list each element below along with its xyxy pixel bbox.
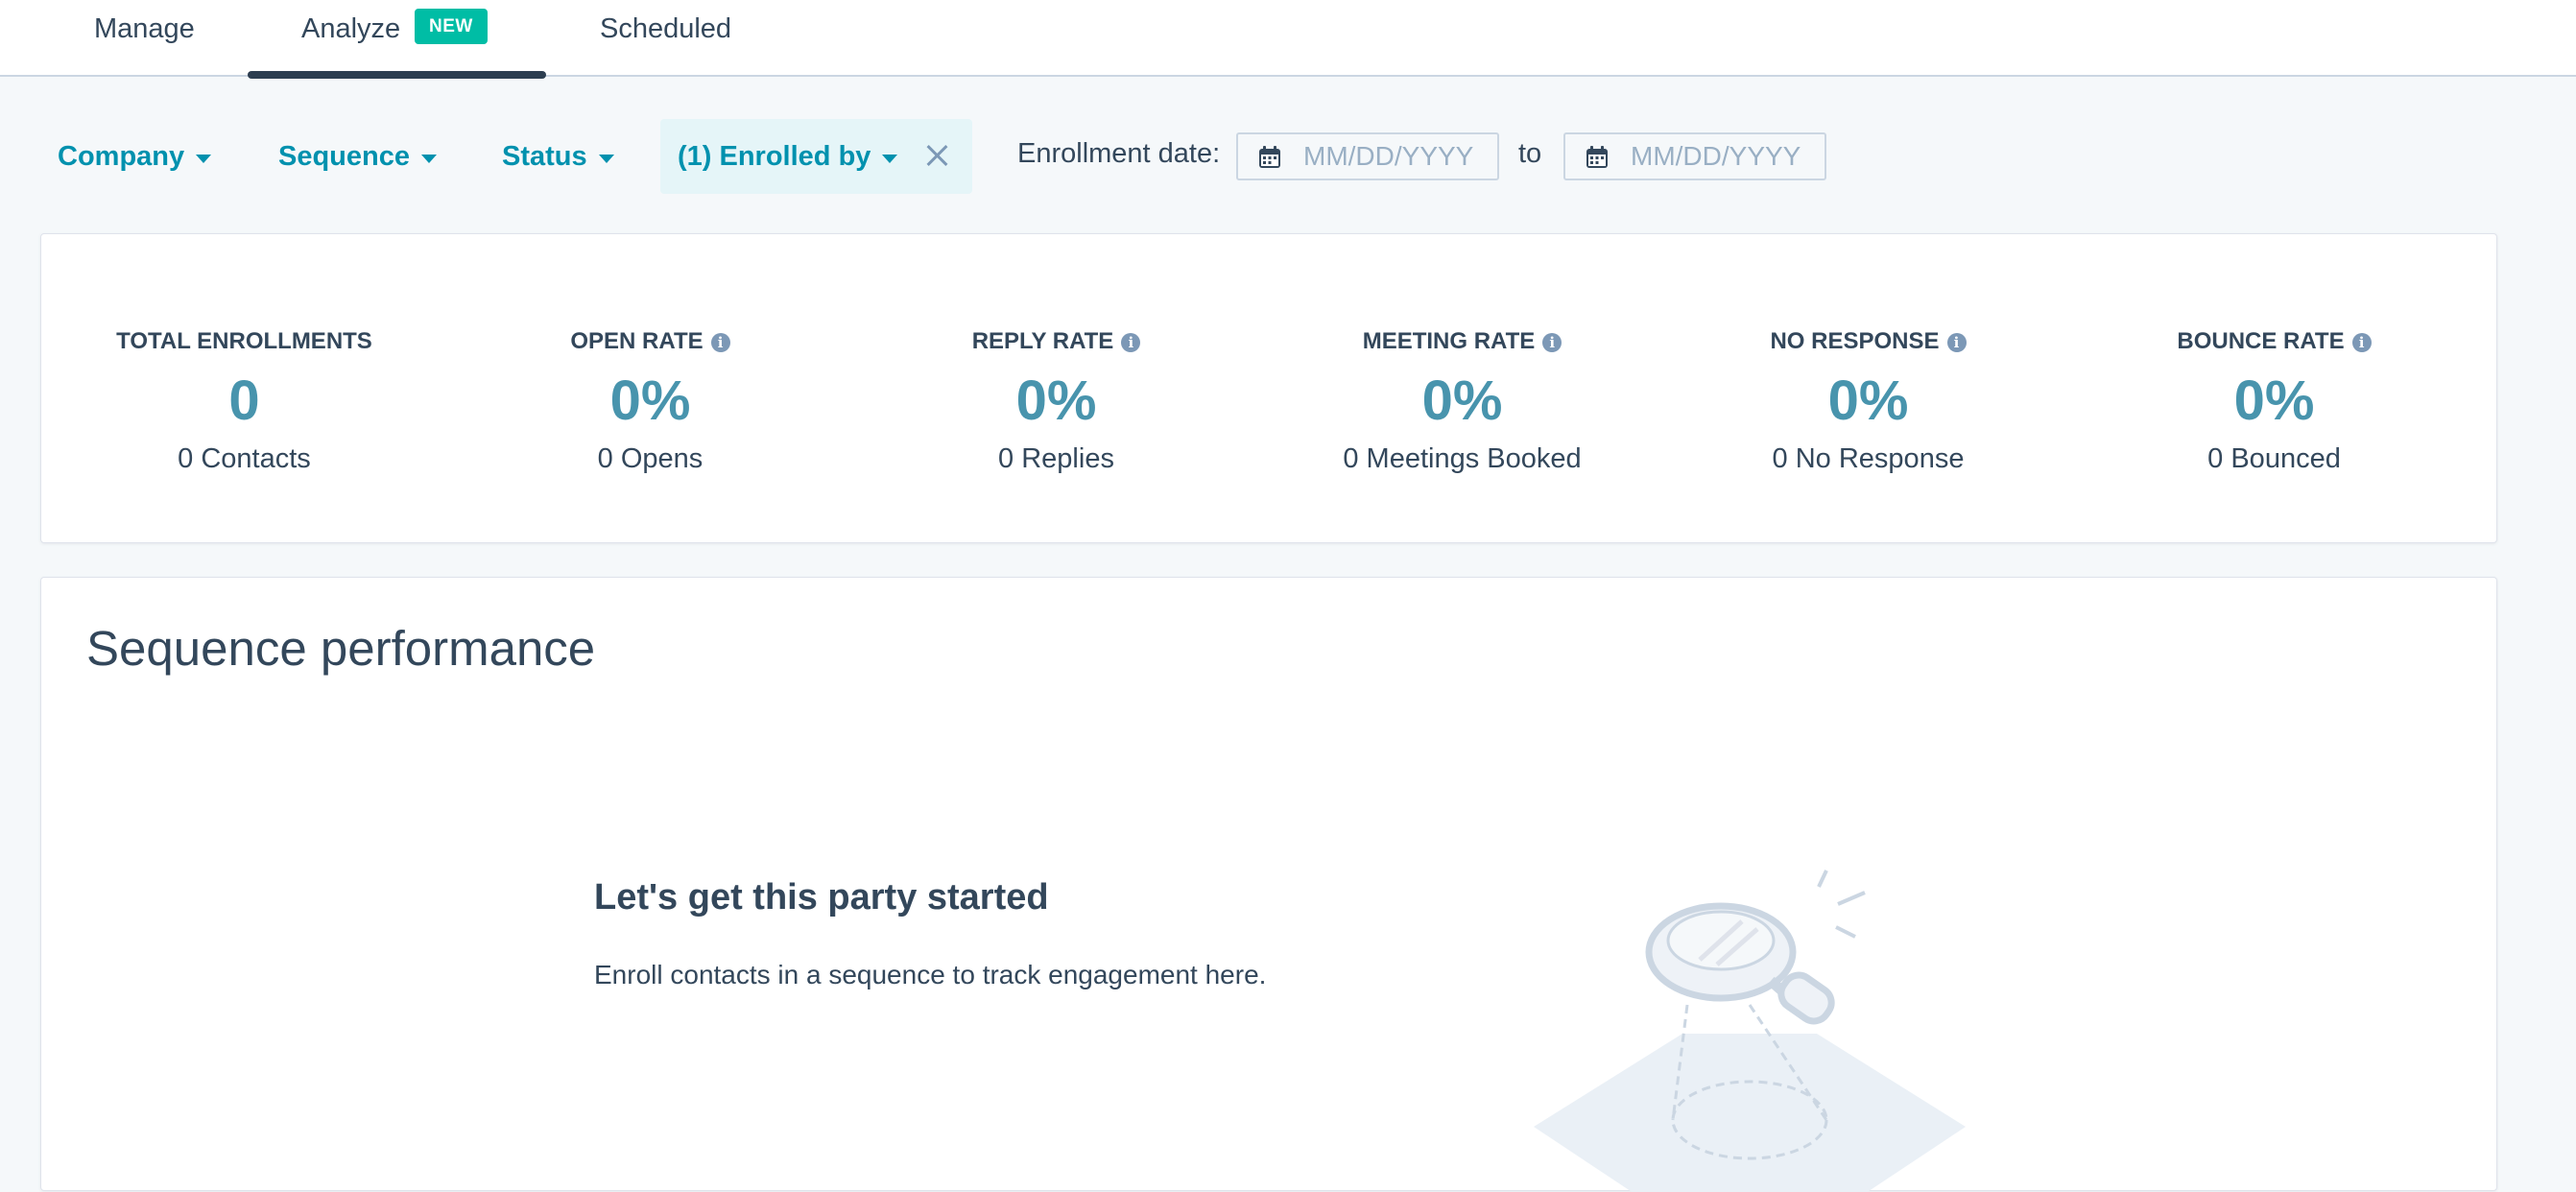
stat-title-text: REPLY RATE xyxy=(971,328,1114,354)
info-icon[interactable]: i xyxy=(710,333,730,352)
caret-down-icon xyxy=(421,154,437,163)
stat-subtext: 0 No Response xyxy=(1772,443,1965,474)
empty-state-title: Let's get this party started xyxy=(594,877,1049,918)
stat-value: 0% xyxy=(609,370,691,432)
tab-scheduled-label: Scheduled xyxy=(600,13,732,44)
active-tab-indicator xyxy=(248,71,546,79)
close-icon[interactable] xyxy=(922,140,953,171)
tab-analyze[interactable]: Analyze NEW xyxy=(248,0,546,79)
tab-analyze-label: Analyze xyxy=(301,13,401,44)
tab-manage[interactable]: Manage xyxy=(0,0,242,77)
company-filter-dropdown[interactable]: Company xyxy=(58,119,212,194)
enrollment-date-to[interactable] xyxy=(1563,132,1826,180)
stat-title: NO RESPONSE i xyxy=(1665,328,2071,355)
stat-value: 0 xyxy=(228,370,260,432)
stat-value: 0% xyxy=(1421,370,1503,432)
stat-value: 0% xyxy=(1827,370,1909,432)
stat-subtext: 0 Replies xyxy=(998,443,1114,474)
magnifying-glass-illustration xyxy=(1534,870,1966,1192)
company-filter-label: Company xyxy=(58,140,185,172)
stat-title: BOUNCE RATE i xyxy=(2071,328,2477,355)
sequence-performance-card: Sequence performance Let's get this part… xyxy=(40,577,2497,1192)
sequence-filter-label: Sequence xyxy=(278,140,410,172)
stat-subtext: 0 Contacts xyxy=(178,443,311,474)
stat-title: OPEN RATE i xyxy=(447,328,853,355)
sequence-stats-card: TOTAL ENROLLMENTS 0 0 Contacts OPEN RATE… xyxy=(40,233,2497,543)
enrolled-by-filter-dropdown[interactable]: (1) Enrolled by xyxy=(660,119,972,194)
new-badge: NEW xyxy=(415,9,488,44)
date-from-input[interactable] xyxy=(1303,140,1491,173)
caret-down-icon xyxy=(598,154,614,163)
caret-down-icon xyxy=(882,154,898,163)
caret-down-icon xyxy=(196,154,212,163)
stat-subtext: 0 Bounced xyxy=(2207,443,2341,474)
info-icon[interactable]: i xyxy=(1946,333,1967,352)
stat-title: TOTAL ENROLLMENTS xyxy=(41,328,447,355)
info-icon[interactable]: i xyxy=(1121,333,1141,352)
section-title: Sequence performance xyxy=(86,621,596,676)
sequence-filter-dropdown[interactable]: Sequence xyxy=(278,119,437,194)
stat-subtext: 0 Opens xyxy=(597,443,704,474)
enrollment-date-from[interactable] xyxy=(1236,132,1499,180)
empty-state-description: Enroll contacts in a sequence to track e… xyxy=(594,960,1267,989)
stat-subtext: 0 Meetings Booked xyxy=(1343,443,1582,474)
stat-title-text: MEETING RATE xyxy=(1362,328,1536,354)
stat-title-text: TOTAL ENROLLMENTS xyxy=(116,328,372,354)
analyze-tabs: Manage Analyze NEW Scheduled xyxy=(0,0,2576,79)
status-filter-dropdown[interactable]: Status xyxy=(502,119,614,194)
info-icon[interactable]: i xyxy=(1542,333,1562,352)
stat-title-text: BOUNCE RATE xyxy=(2177,328,2345,354)
tab-scheduled[interactable]: Scheduled xyxy=(557,0,768,77)
status-filter-label: Status xyxy=(502,140,587,172)
stat-value: 0% xyxy=(2233,370,2315,432)
calendar-icon xyxy=(1259,146,1280,168)
date-to-input[interactable] xyxy=(1631,140,1819,173)
enrollment-date-label: Enrollment date: xyxy=(1017,138,1221,169)
stat-title-text: NO RESPONSE xyxy=(1770,328,1940,354)
stat-title-text: OPEN RATE xyxy=(570,328,704,354)
stat-title: REPLY RATE i xyxy=(853,328,1259,355)
enrolled-by-filter-label: (1) Enrolled by xyxy=(678,140,871,172)
calendar-icon xyxy=(1586,146,1608,168)
stat-title: MEETING RATE i xyxy=(1259,328,1665,355)
date-range-to-label: to xyxy=(1518,138,1542,169)
stat-value: 0% xyxy=(1015,370,1097,432)
tab-manage-label: Manage xyxy=(94,13,195,44)
info-icon[interactable]: i xyxy=(2351,333,2372,352)
